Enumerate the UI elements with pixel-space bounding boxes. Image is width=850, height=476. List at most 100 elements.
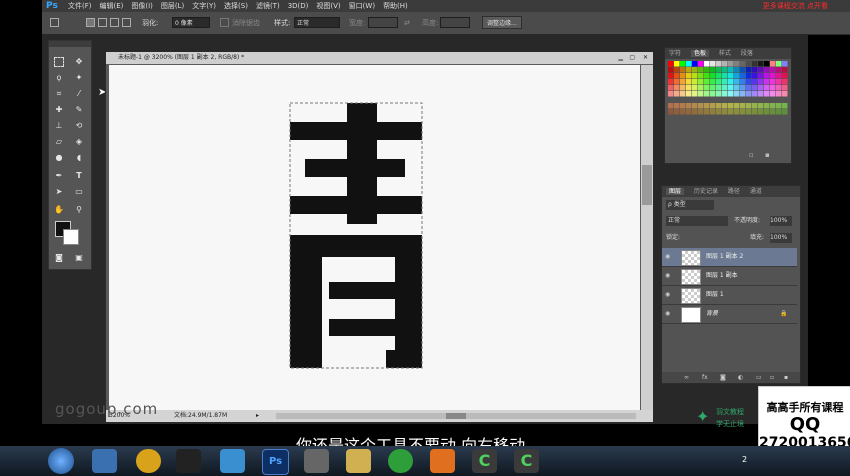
maximize-icon[interactable]: ▢ bbox=[629, 52, 635, 64]
camtasia-icon[interactable]: C bbox=[472, 449, 497, 473]
path-selection-icon[interactable]: ➤ bbox=[54, 187, 64, 197]
paint-bucket-icon[interactable]: ◈ bbox=[74, 137, 84, 147]
calculator-icon[interactable] bbox=[304, 449, 329, 473]
swatch[interactable] bbox=[740, 103, 746, 109]
swatch[interactable] bbox=[764, 79, 770, 85]
swatch[interactable] bbox=[728, 91, 734, 97]
swatch[interactable] bbox=[710, 103, 716, 109]
rectangular-marquee-icon[interactable] bbox=[54, 57, 64, 67]
folder-icon[interactable] bbox=[346, 449, 371, 473]
pen-icon[interactable]: ✒ bbox=[54, 171, 64, 181]
close-icon[interactable]: ✕ bbox=[643, 52, 648, 64]
swatch[interactable] bbox=[686, 61, 692, 67]
swatch[interactable] bbox=[758, 67, 764, 73]
swatch[interactable] bbox=[758, 109, 764, 115]
swatch[interactable] bbox=[770, 85, 776, 91]
swatch[interactable] bbox=[740, 109, 746, 115]
swatch[interactable] bbox=[680, 103, 686, 109]
layer-row[interactable]: ◉ 图层 1 副本 bbox=[662, 267, 797, 286]
layer-row[interactable]: ◉ 图层 1 副本 2 bbox=[662, 248, 797, 267]
swatch[interactable] bbox=[710, 85, 716, 91]
swatch[interactable] bbox=[668, 109, 674, 115]
swatch[interactable] bbox=[752, 91, 758, 97]
swatch[interactable] bbox=[674, 85, 680, 91]
swatch[interactable] bbox=[746, 67, 752, 73]
swatch[interactable] bbox=[716, 109, 722, 115]
swatch[interactable] bbox=[734, 103, 740, 109]
swatch[interactable] bbox=[692, 109, 698, 115]
swatch[interactable] bbox=[758, 103, 764, 109]
background-color-swatch[interactable] bbox=[63, 229, 79, 245]
swatch[interactable] bbox=[734, 91, 740, 97]
marquee-preset-icon[interactable] bbox=[50, 18, 59, 27]
status-menu-icon[interactable]: ▸ bbox=[256, 410, 259, 422]
swatch[interactable] bbox=[668, 103, 674, 109]
swatch[interactable] bbox=[782, 103, 788, 109]
swatch[interactable] bbox=[764, 103, 770, 109]
swatch[interactable] bbox=[764, 91, 770, 97]
swatch[interactable] bbox=[752, 103, 758, 109]
qq-icon[interactable] bbox=[176, 449, 201, 473]
swatch[interactable] bbox=[698, 79, 704, 85]
menu-item[interactable]: 选择(S) bbox=[224, 2, 248, 10]
swatch[interactable] bbox=[752, 85, 758, 91]
swatch[interactable] bbox=[734, 61, 740, 67]
swatch[interactable] bbox=[704, 61, 710, 67]
swatch[interactable] bbox=[692, 91, 698, 97]
swatch[interactable] bbox=[728, 79, 734, 85]
swatch[interactable] bbox=[776, 85, 782, 91]
hand-icon[interactable]: ✋ bbox=[54, 205, 64, 215]
swatch[interactable] bbox=[758, 61, 764, 67]
swatch[interactable] bbox=[722, 61, 728, 67]
swatch[interactable] bbox=[686, 79, 692, 85]
swatch[interactable] bbox=[740, 73, 746, 79]
swatch[interactable] bbox=[722, 109, 728, 115]
refine-edge-button[interactable]: 调整边缘... bbox=[482, 16, 522, 29]
swatch[interactable] bbox=[722, 91, 728, 97]
swatch[interactable] bbox=[776, 73, 782, 79]
swatch[interactable] bbox=[722, 79, 728, 85]
swatch[interactable] bbox=[692, 61, 698, 67]
swatch[interactable] bbox=[698, 109, 704, 115]
style-select[interactable]: 正常 bbox=[294, 17, 340, 28]
layer-row[interactable]: ◉ 背景 🔒 bbox=[662, 305, 797, 324]
swatch[interactable] bbox=[716, 91, 722, 97]
swatch[interactable] bbox=[722, 73, 728, 79]
swatch[interactable] bbox=[680, 109, 686, 115]
vertical-scroll-thumb[interactable] bbox=[642, 165, 652, 205]
swatch[interactable] bbox=[782, 67, 788, 73]
menu-item[interactable]: 窗口(W) bbox=[349, 2, 375, 10]
taskbar-app-icon[interactable] bbox=[430, 449, 455, 473]
swatch[interactable] bbox=[704, 67, 710, 73]
swatch[interactable] bbox=[674, 109, 680, 115]
swatch[interactable] bbox=[746, 73, 752, 79]
swatch[interactable] bbox=[782, 61, 788, 67]
swatch[interactable] bbox=[686, 85, 692, 91]
swatch[interactable] bbox=[764, 109, 770, 115]
tab-layers[interactable]: 图层 bbox=[666, 188, 685, 195]
opacity-input[interactable]: 100% bbox=[770, 216, 792, 226]
swatch[interactable] bbox=[752, 109, 758, 115]
menu-item[interactable]: 图像(I) bbox=[131, 2, 153, 10]
layer-row[interactable]: ◉ 图层 1 bbox=[662, 286, 797, 305]
intersect-selection-icon[interactable] bbox=[122, 18, 131, 27]
swatch[interactable] bbox=[752, 79, 758, 85]
new-layer-icon[interactable]: ▫ bbox=[770, 372, 774, 383]
swatch[interactable] bbox=[728, 67, 734, 73]
tab-swatches[interactable]: 色板 bbox=[690, 50, 709, 57]
new-selection-icon[interactable] bbox=[86, 18, 95, 27]
swatch[interactable] bbox=[698, 103, 704, 109]
swatch[interactable] bbox=[698, 91, 704, 97]
swatch[interactable] bbox=[710, 67, 716, 73]
swatch[interactable] bbox=[686, 73, 692, 79]
eye-icon[interactable]: ◉ bbox=[665, 286, 673, 304]
swatch[interactable] bbox=[668, 61, 674, 67]
swatch[interactable] bbox=[710, 73, 716, 79]
mask-icon[interactable]: ◙ bbox=[720, 372, 726, 383]
swatch[interactable] bbox=[680, 91, 686, 97]
swatch[interactable] bbox=[710, 79, 716, 85]
swatch[interactable] bbox=[710, 61, 716, 67]
camtasia-icon[interactable]: C bbox=[514, 449, 539, 473]
swatch[interactable] bbox=[686, 67, 692, 73]
swatch[interactable] bbox=[776, 103, 782, 109]
